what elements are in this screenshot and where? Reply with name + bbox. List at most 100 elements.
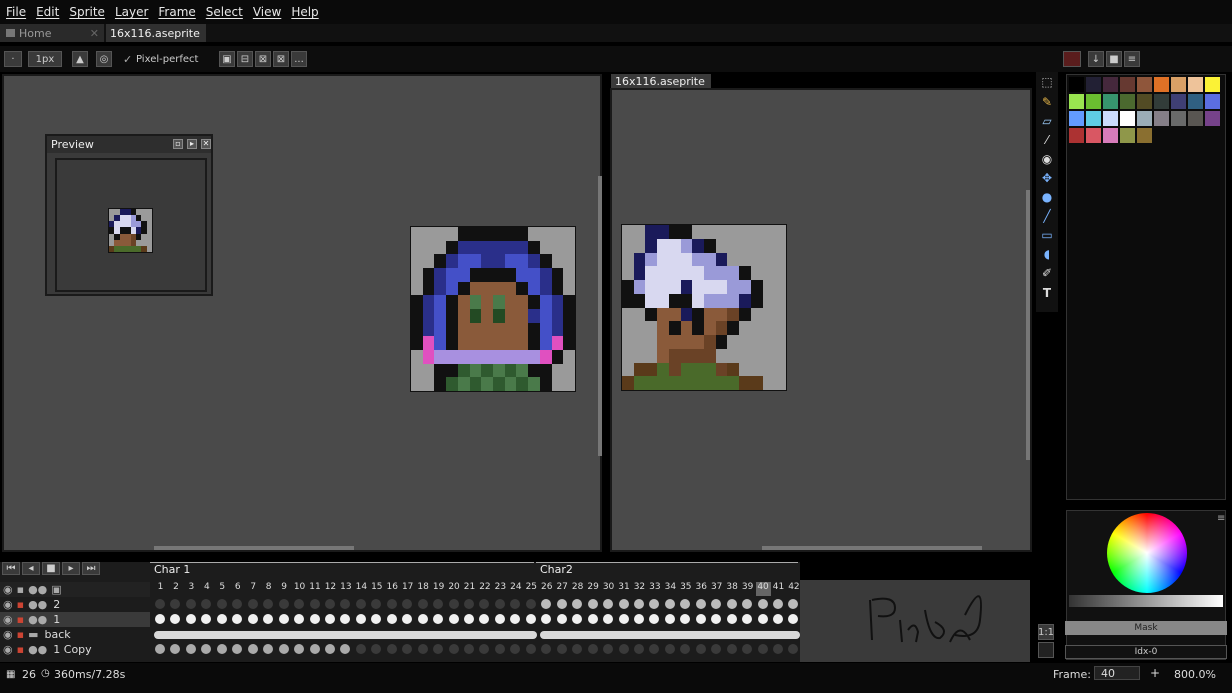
frame-header-cell[interactable]: 40 xyxy=(755,582,771,596)
cel[interactable] xyxy=(278,614,289,624)
palette-swatch[interactable] xyxy=(1120,94,1135,109)
cel[interactable] xyxy=(386,644,397,654)
cel[interactable] xyxy=(448,614,459,624)
palette-swatch[interactable] xyxy=(1103,128,1118,143)
frame-header-cell[interactable]: 1 xyxy=(153,582,168,596)
cel[interactable] xyxy=(185,644,196,654)
frame-header-cell[interactable]: 5 xyxy=(215,582,230,596)
cel[interactable] xyxy=(618,644,629,654)
cel[interactable] xyxy=(587,614,598,624)
palette-swatch[interactable] xyxy=(1171,111,1186,126)
frame-header-cell[interactable]: 34 xyxy=(663,582,678,596)
cel[interactable] xyxy=(324,644,335,654)
frame-header-cell[interactable]: 23 xyxy=(493,582,508,596)
tag-char2[interactable]: Char2 xyxy=(536,562,798,577)
cel[interactable] xyxy=(464,599,474,609)
cel[interactable] xyxy=(185,614,196,624)
cel[interactable] xyxy=(556,599,567,609)
cel[interactable] xyxy=(726,599,737,609)
palette-swatch[interactable] xyxy=(1086,94,1101,109)
close-icon[interactable]: ✕ xyxy=(90,27,99,40)
cel[interactable] xyxy=(603,599,614,609)
cel[interactable] xyxy=(278,599,289,609)
blur-icon[interactable]: ✐ xyxy=(1039,265,1055,281)
next-frame-icon[interactable]: ▸ xyxy=(62,562,80,575)
cel[interactable] xyxy=(155,614,165,624)
palette-swatch[interactable] xyxy=(1137,77,1152,92)
frame-input[interactable]: 40 xyxy=(1094,666,1140,680)
palette-swatch[interactable] xyxy=(1086,128,1101,143)
palette-swatch[interactable] xyxy=(1103,77,1118,92)
frame-header-cell[interactable]: 7 xyxy=(246,582,261,596)
frame-header-cell[interactable]: 2 xyxy=(168,582,183,596)
eye-icon[interactable]: ◉ xyxy=(3,598,13,611)
continuous-icon[interactable]: ●● xyxy=(28,643,47,656)
frame-header-cell[interactable]: 42 xyxy=(786,582,801,596)
palette-swatch[interactable] xyxy=(1120,111,1135,126)
frame-header-cell[interactable]: 36 xyxy=(694,582,709,596)
cel[interactable] xyxy=(494,599,505,609)
cel[interactable] xyxy=(757,614,768,624)
cel-span[interactable] xyxy=(154,631,538,639)
cel[interactable] xyxy=(216,614,227,624)
cel[interactable] xyxy=(773,614,783,624)
cel[interactable] xyxy=(464,644,474,654)
frame-header-cell[interactable]: 20 xyxy=(447,582,462,596)
palette-swatch[interactable] xyxy=(1120,128,1135,143)
cel[interactable] xyxy=(525,614,536,624)
frame-header-cell[interactable]: 33 xyxy=(647,582,662,596)
cel[interactable] xyxy=(185,599,196,609)
frame-header-cell[interactable]: 26 xyxy=(539,582,554,596)
frame-header-cell[interactable]: 17 xyxy=(400,582,415,596)
frame-header-cell[interactable]: 21 xyxy=(462,582,477,596)
palette-swatch[interactable] xyxy=(1069,128,1084,143)
rectangle-icon[interactable]: ▭ xyxy=(1039,227,1055,243)
cel[interactable] xyxy=(603,614,614,624)
cel[interactable] xyxy=(247,644,258,654)
cel[interactable] xyxy=(247,599,258,609)
palette-swatch[interactable] xyxy=(1171,77,1186,92)
cel[interactable] xyxy=(633,614,644,624)
palette-swatch[interactable] xyxy=(1154,77,1169,92)
palette-swatch[interactable] xyxy=(1205,94,1220,109)
palette-swatch[interactable] xyxy=(1188,111,1203,126)
cel[interactable] xyxy=(664,599,675,609)
cel[interactable] xyxy=(726,644,737,654)
cel[interactable] xyxy=(633,644,644,654)
frame-header-cell[interactable]: 16 xyxy=(385,582,400,596)
lock-icon[interactable]: ▪ xyxy=(17,613,24,626)
right-editor-tab[interactable]: 16x116.aseprite xyxy=(611,74,711,88)
palette-swatch[interactable] xyxy=(1188,77,1203,92)
symmetry-v-button[interactable]: ⊠ xyxy=(255,51,271,67)
tab-home[interactable]: Home ✕ xyxy=(0,24,104,42)
cel[interactable] xyxy=(633,599,644,609)
palette-swatch[interactable] xyxy=(1086,77,1101,92)
text-icon[interactable]: T xyxy=(1039,285,1055,301)
cel[interactable] xyxy=(587,599,598,609)
panel-menu-icon[interactable]: ≡ xyxy=(1217,513,1225,524)
cel[interactable] xyxy=(618,614,629,624)
record-button[interactable] xyxy=(1063,51,1081,67)
zoom-icon[interactable]: ◉ xyxy=(1039,151,1055,167)
cel[interactable] xyxy=(247,614,258,624)
frame-header-cell[interactable]: 8 xyxy=(261,582,276,596)
palette-swatch[interactable] xyxy=(1137,111,1152,126)
frame-header-cell[interactable]: 32 xyxy=(632,582,647,596)
cel[interactable] xyxy=(726,614,737,624)
cel[interactable] xyxy=(448,644,459,654)
palette-swatch[interactable] xyxy=(1069,77,1084,92)
ellipse-icon[interactable]: ◖ xyxy=(1039,246,1055,262)
frame-header-cell[interactable]: 14 xyxy=(354,582,369,596)
frame-header-cell[interactable]: 24 xyxy=(508,582,523,596)
horizontal-scrollbar[interactable] xyxy=(154,546,354,550)
color-wheel[interactable] xyxy=(1107,513,1187,593)
menu-sprite[interactable]: Sprite xyxy=(65,5,109,19)
frame-header-cell[interactable]: 29 xyxy=(586,582,601,596)
cel[interactable] xyxy=(664,644,675,654)
symmetry-button[interactable]: ▣ xyxy=(219,51,235,67)
menu-select[interactable]: Select xyxy=(202,5,247,19)
symmetry-both-button[interactable]: ⊠ xyxy=(273,51,289,67)
cel[interactable] xyxy=(773,644,783,654)
layer-row[interactable]: ◉ ▪ ▬ back xyxy=(0,627,150,642)
layer-options-icon[interactable]: ▣ xyxy=(51,583,61,596)
